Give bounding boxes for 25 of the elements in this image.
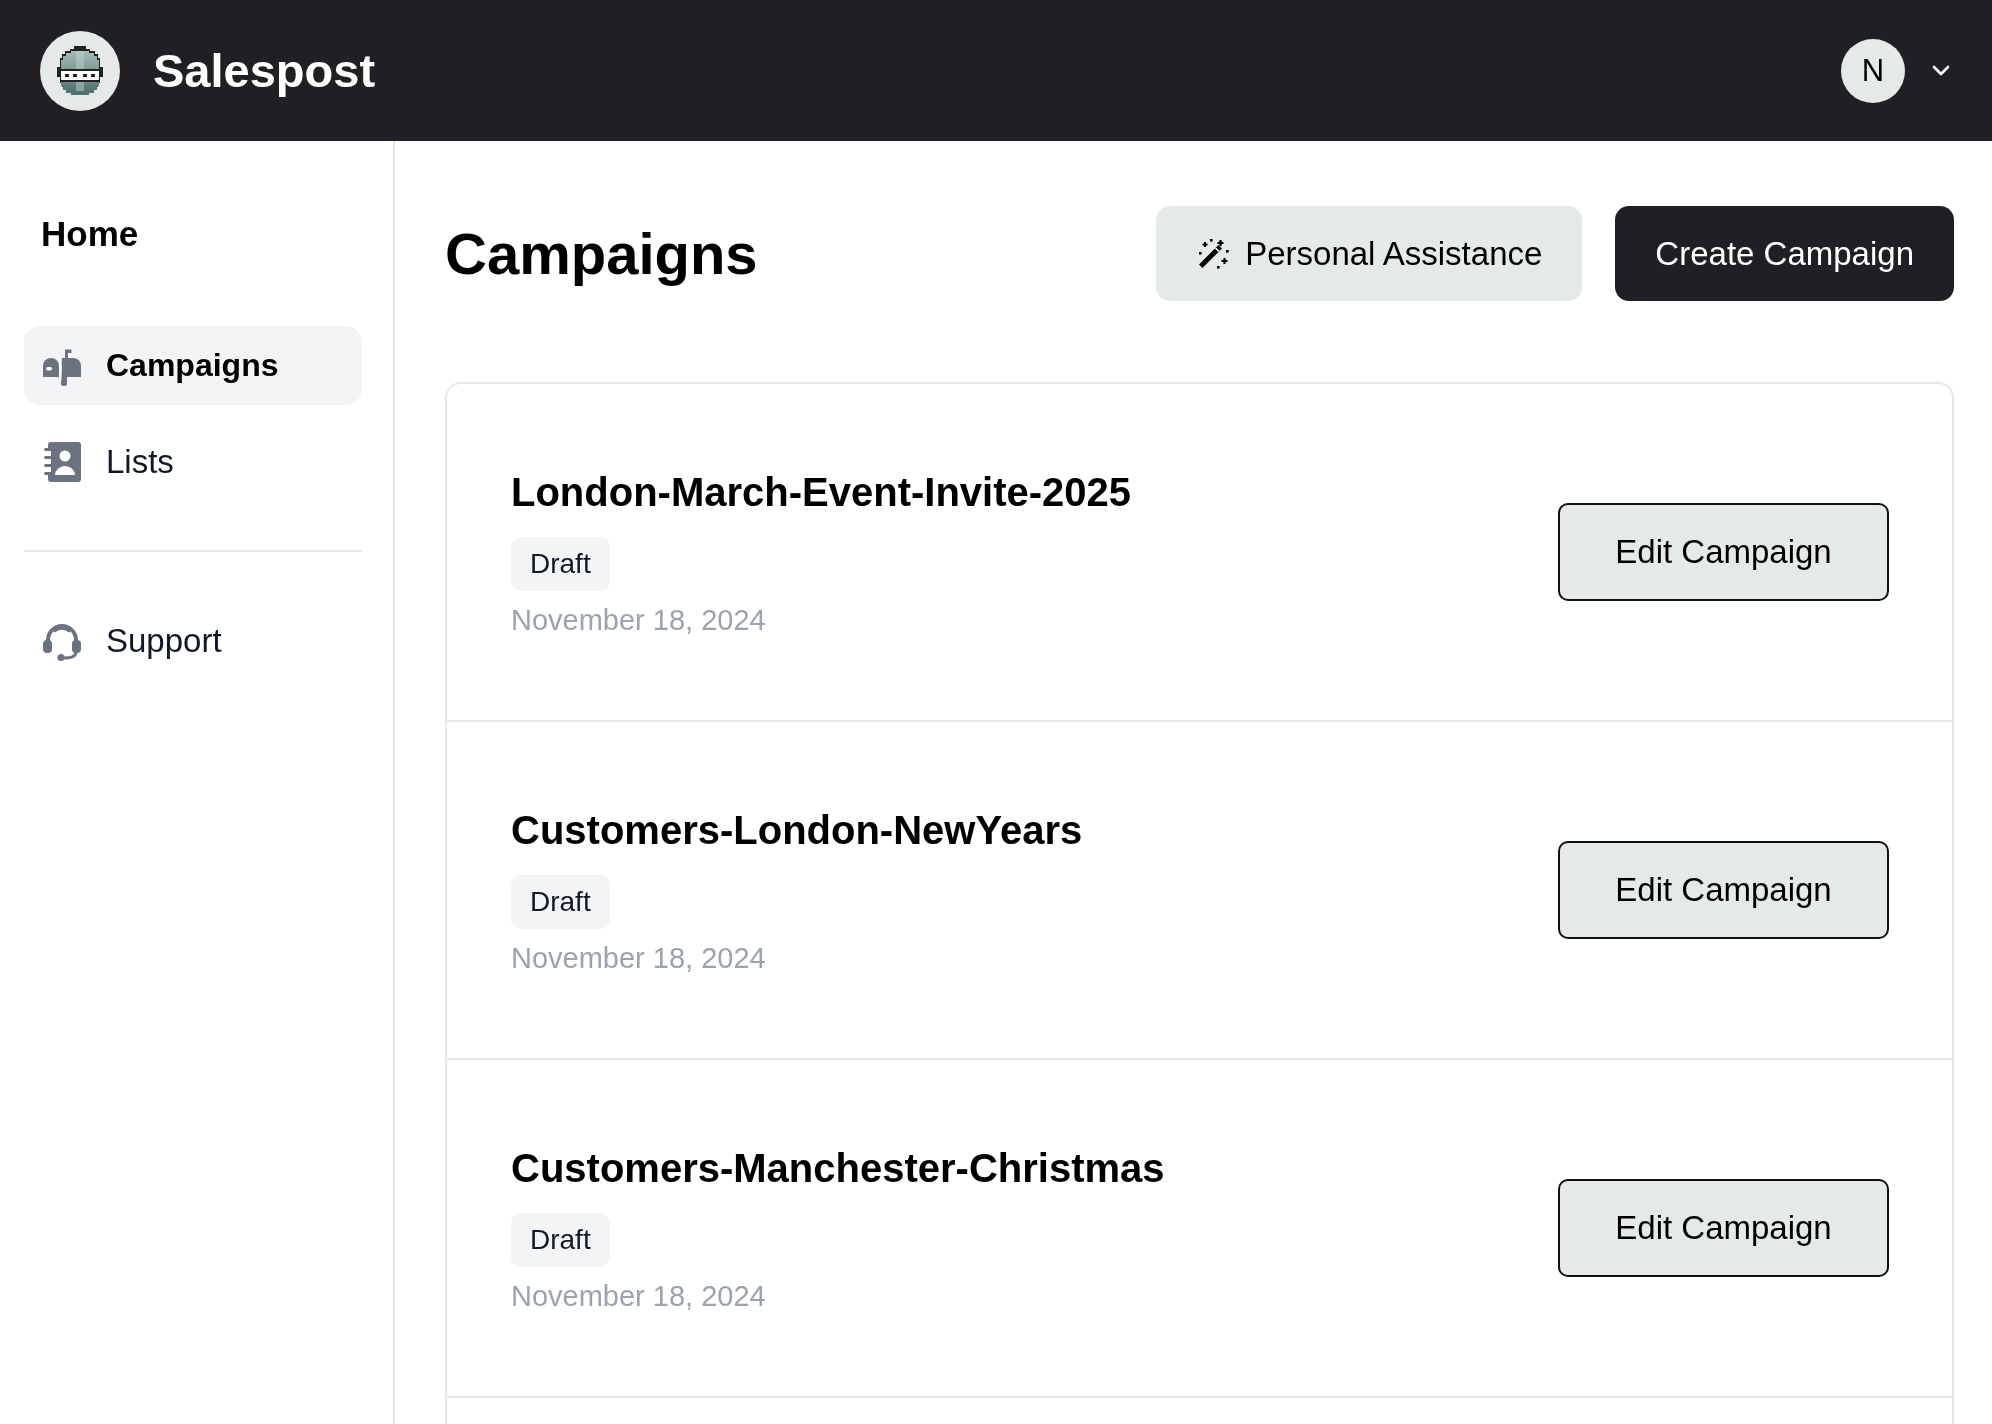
status-badge: Draft bbox=[511, 536, 610, 591]
status-badge: Draft bbox=[511, 874, 610, 929]
home-link[interactable]: Home bbox=[24, 213, 139, 255]
campaign-date: November 18, 2024 bbox=[511, 1278, 766, 1313]
campaign-title: Customers-London-NewYears bbox=[511, 806, 1083, 854]
status-badge: Draft bbox=[511, 1212, 610, 1267]
sidebar-item[interactable]: Lists bbox=[24, 422, 362, 501]
campaign-title: Customers-Manchester-Christmas bbox=[511, 1144, 1165, 1192]
contact-book-icon bbox=[43, 441, 81, 482]
sidebar-item[interactable]: Campaigns bbox=[24, 326, 362, 405]
chevron-down-icon[interactable] bbox=[1932, 65, 1950, 76]
personal-assistance-button[interactable]: Personal Assistance bbox=[1156, 206, 1583, 301]
app-name: Salespost bbox=[153, 42, 376, 99]
magic-wand-icon bbox=[1197, 237, 1230, 270]
edit-campaign-button[interactable]: Edit Campaign bbox=[1558, 841, 1889, 939]
campaign-date: November 18, 2024 bbox=[511, 602, 766, 637]
page-title: Campaigns bbox=[445, 219, 758, 288]
edit-campaign-button[interactable]: Edit Campaign bbox=[1558, 503, 1889, 601]
robot-head-logo-icon bbox=[40, 30, 120, 111]
user-avatar[interactable]: N bbox=[1841, 38, 1905, 103]
edit-campaign-button[interactable]: Edit Campaign bbox=[1558, 1179, 1889, 1277]
sidebar-item[interactable]: Support bbox=[24, 601, 362, 680]
campaign-title: London-March-Event-Invite-2025 bbox=[511, 468, 1132, 516]
create-campaign-button[interactable]: Create Campaign bbox=[1615, 206, 1954, 301]
campaign-date: November 18, 2024 bbox=[511, 940, 766, 975]
